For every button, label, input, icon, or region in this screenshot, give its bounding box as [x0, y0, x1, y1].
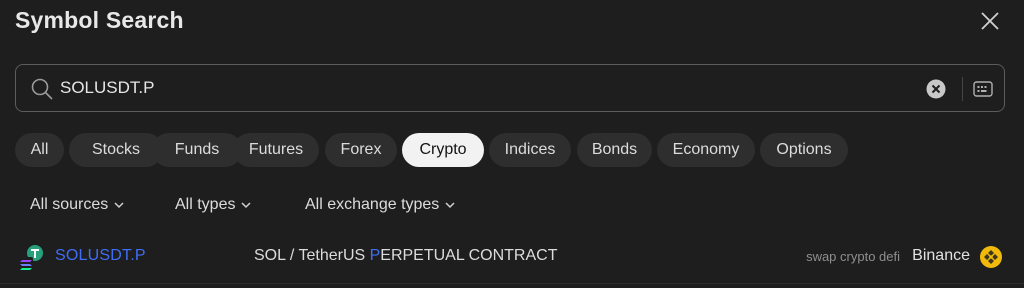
close-icon[interactable] — [978, 9, 1002, 33]
clear-search-icon[interactable] — [925, 78, 947, 100]
filter-sources-label: All sources — [30, 196, 109, 213]
tab-forex[interactable]: Forex — [325, 133, 397, 167]
search-icon — [31, 78, 53, 100]
tab-stocks[interactable]: Stocks — [69, 133, 163, 167]
tab-indices[interactable]: Indices — [489, 133, 571, 167]
row-divider — [0, 283, 1024, 284]
tab-crypto[interactable]: Crypto — [402, 133, 484, 167]
tab-funds[interactable]: Funds — [152, 133, 242, 167]
tab-economy[interactable]: Economy — [657, 133, 755, 167]
description-prefix: SOL / TetherUS — [254, 247, 370, 264]
solana-tether-logo-icon — [20, 245, 43, 271]
description-highlight: P — [369, 247, 381, 264]
tab-options[interactable]: Options — [760, 133, 848, 167]
result-description: SOL / TetherUS PERPETUAL CONTRACT — [254, 247, 557, 265]
description-suffix: ERPETUAL CONTRACT — [380, 247, 558, 264]
tab-bonds[interactable]: Bonds — [577, 133, 652, 167]
tab-futures[interactable]: Futures — [233, 133, 319, 167]
search-separator — [962, 77, 963, 101]
keyboard-icon[interactable] — [972, 78, 994, 100]
result-tags: swap crypto defi — [806, 249, 900, 264]
filter-types[interactable]: All types — [175, 194, 252, 216]
filter-types-label: All types — [175, 196, 236, 213]
chevron-down-icon — [241, 202, 251, 208]
filter-sources[interactable]: All sources — [30, 194, 125, 216]
chevron-down-icon — [445, 202, 455, 208]
result-exchange: Binance — [912, 247, 970, 264]
dialog-title: Symbol Search — [15, 7, 184, 33]
chevron-down-icon — [114, 202, 124, 208]
result-row[interactable]: SOLUSDT.P SOL / TetherUS PERPETUAL CONTR… — [0, 238, 1024, 278]
search-input[interactable] — [60, 75, 900, 101]
result-symbol: SOLUSDT.P — [55, 247, 146, 264]
tab-all[interactable]: All — [15, 133, 64, 167]
filter-exchange-types-label: All exchange types — [305, 196, 440, 213]
filter-exchange-types[interactable]: All exchange types — [305, 194, 456, 216]
binance-logo-icon — [980, 246, 1002, 268]
search-box — [15, 64, 1005, 112]
